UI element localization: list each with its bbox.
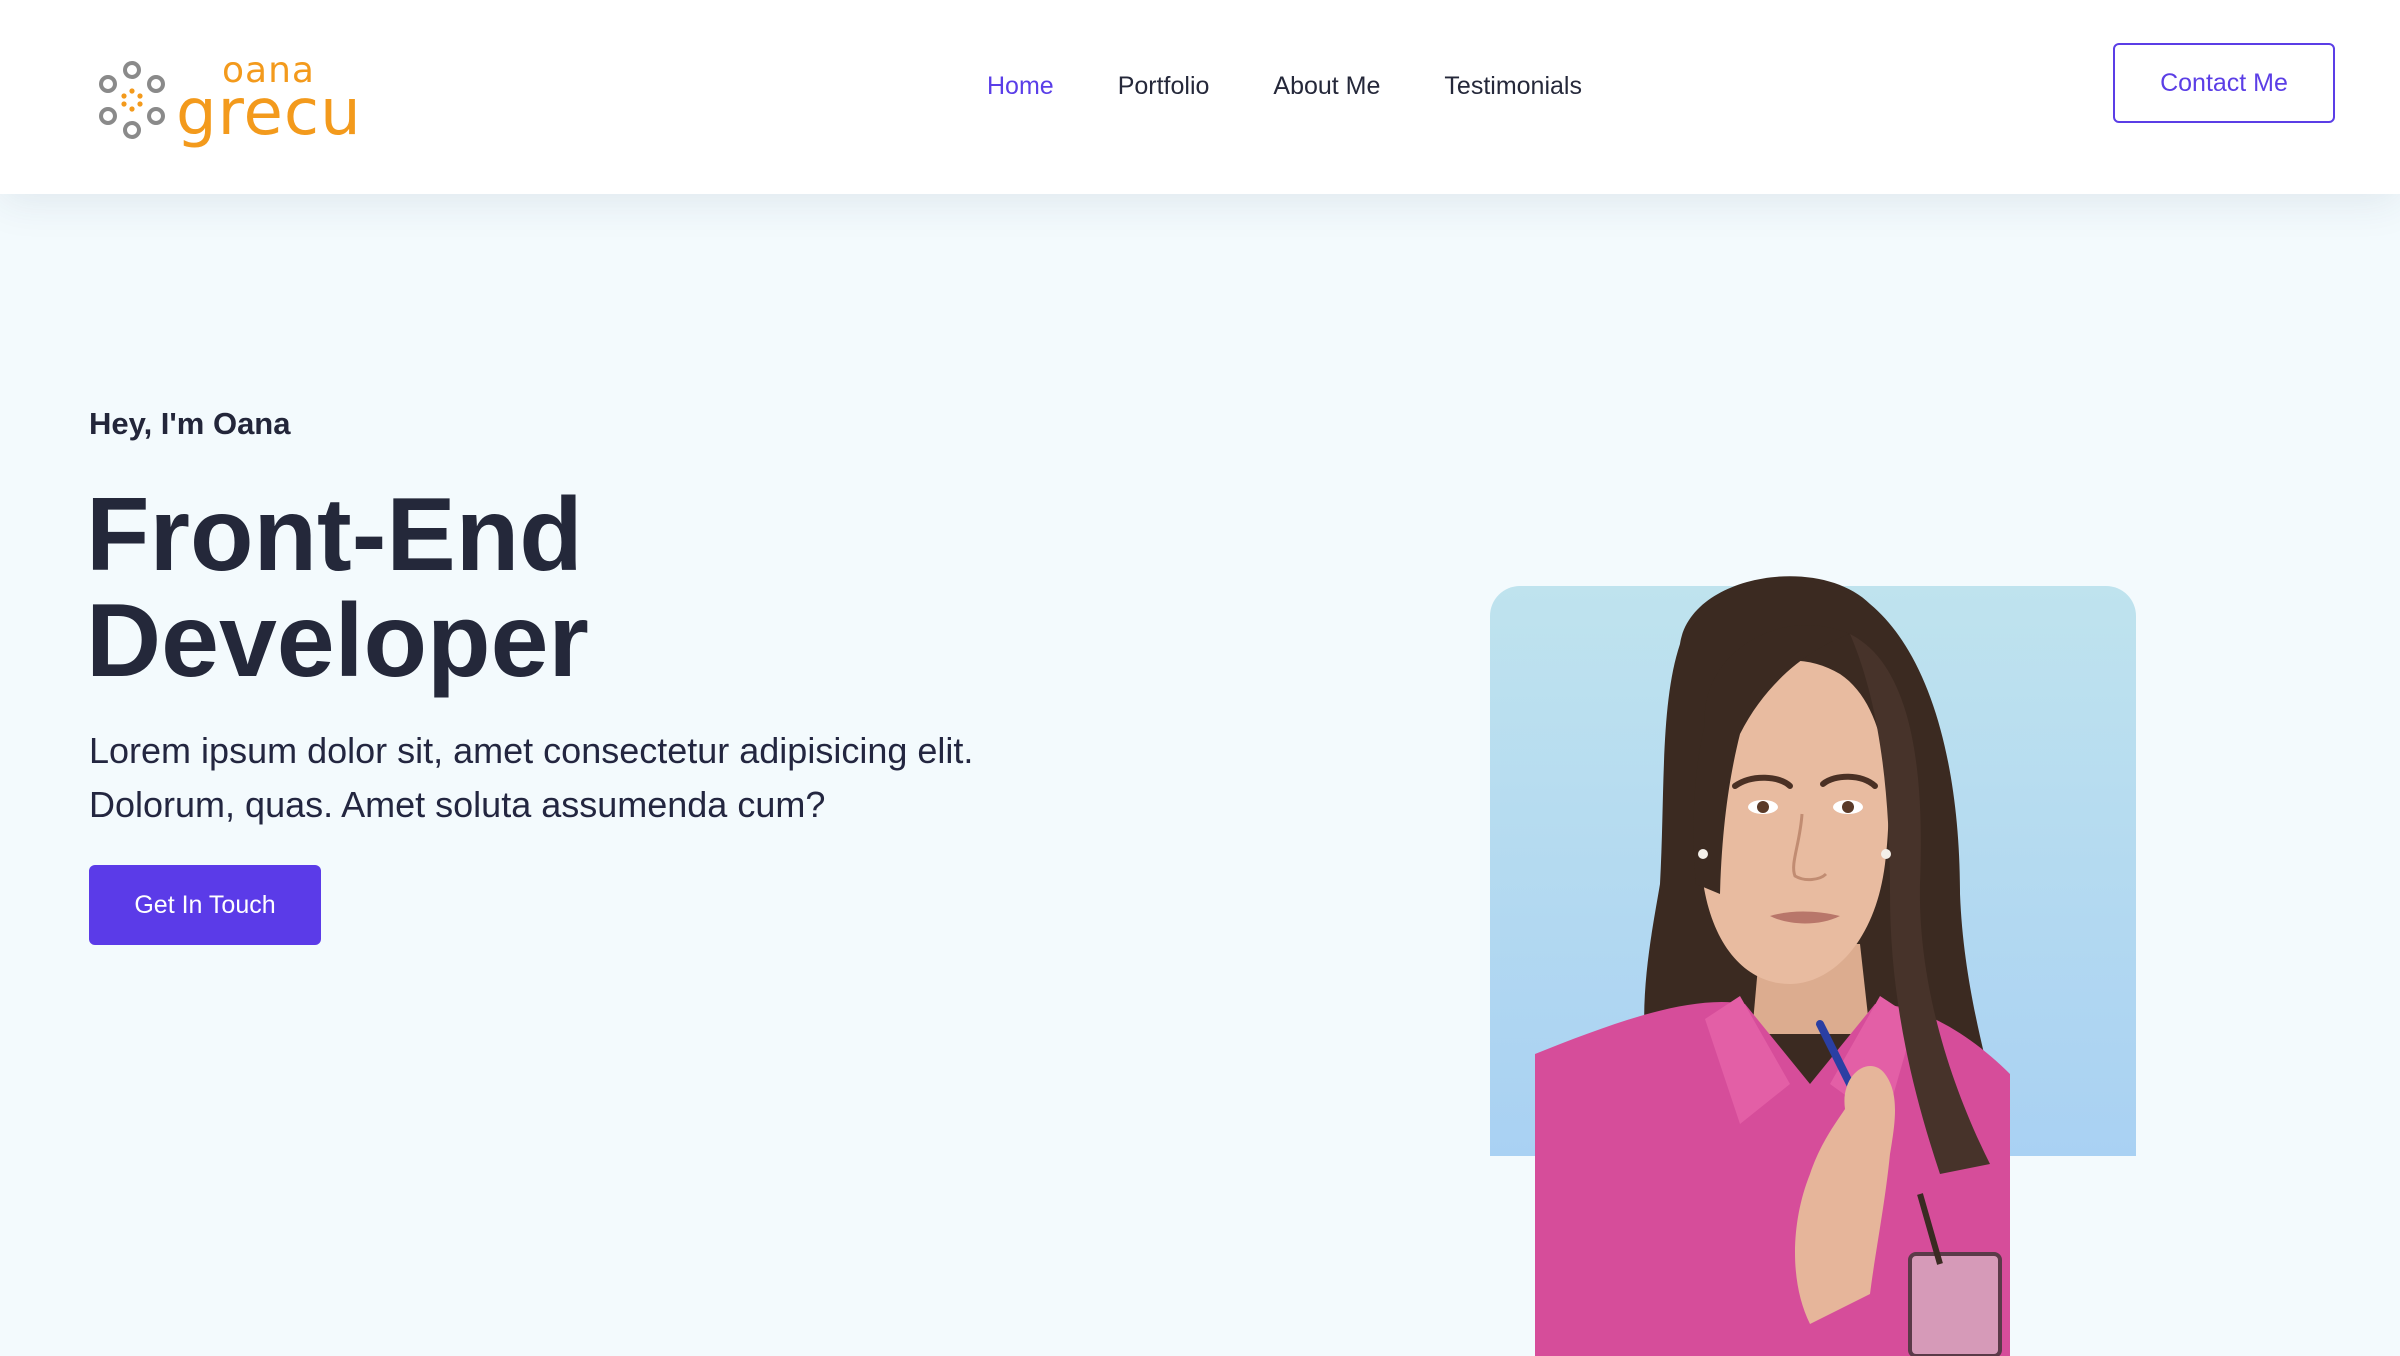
main-nav: Home Portfolio About Me Testimonials bbox=[987, 68, 1646, 104]
flower-dots-icon bbox=[99, 61, 165, 139]
brand-wordmark: oana grecu bbox=[176, 50, 376, 150]
nav-about-link[interactable]: About Me bbox=[1273, 68, 1380, 104]
headline-line-1: Front-End bbox=[86, 477, 583, 593]
hero-headline: Front-End Developer bbox=[86, 482, 589, 694]
get-in-touch-button[interactable]: Get In Touch bbox=[89, 865, 321, 945]
site-header: oana grecu Home Portfolio About Me Testi… bbox=[0, 0, 2400, 194]
lead-line-2: Dolorum, quas. Amet soluta assumenda cum… bbox=[89, 784, 826, 825]
lead-line-1: Lorem ipsum dolor sit, amet consectetur … bbox=[89, 730, 974, 771]
brand-last-name: grecu bbox=[176, 76, 362, 150]
nav-portfolio-link[interactable]: Portfolio bbox=[1118, 68, 1210, 104]
nav-testimonials-link[interactable]: Testimonials bbox=[1444, 68, 1582, 104]
portrait-image bbox=[1535, 576, 2010, 1356]
hero-greeting: Hey, I'm Oana bbox=[89, 406, 291, 441]
nav-home-link[interactable]: Home bbox=[987, 68, 1054, 104]
contact-me-button[interactable]: Contact Me bbox=[2113, 43, 2335, 123]
brand-logo[interactable]: oana grecu bbox=[96, 50, 376, 150]
hero-section: Hey, I'm Oana Front-End Developer Lorem … bbox=[0, 194, 2400, 1356]
hero-lead: Lorem ipsum dolor sit, amet consectetur … bbox=[89, 724, 1139, 832]
headline-line-2: Developer bbox=[86, 583, 589, 699]
